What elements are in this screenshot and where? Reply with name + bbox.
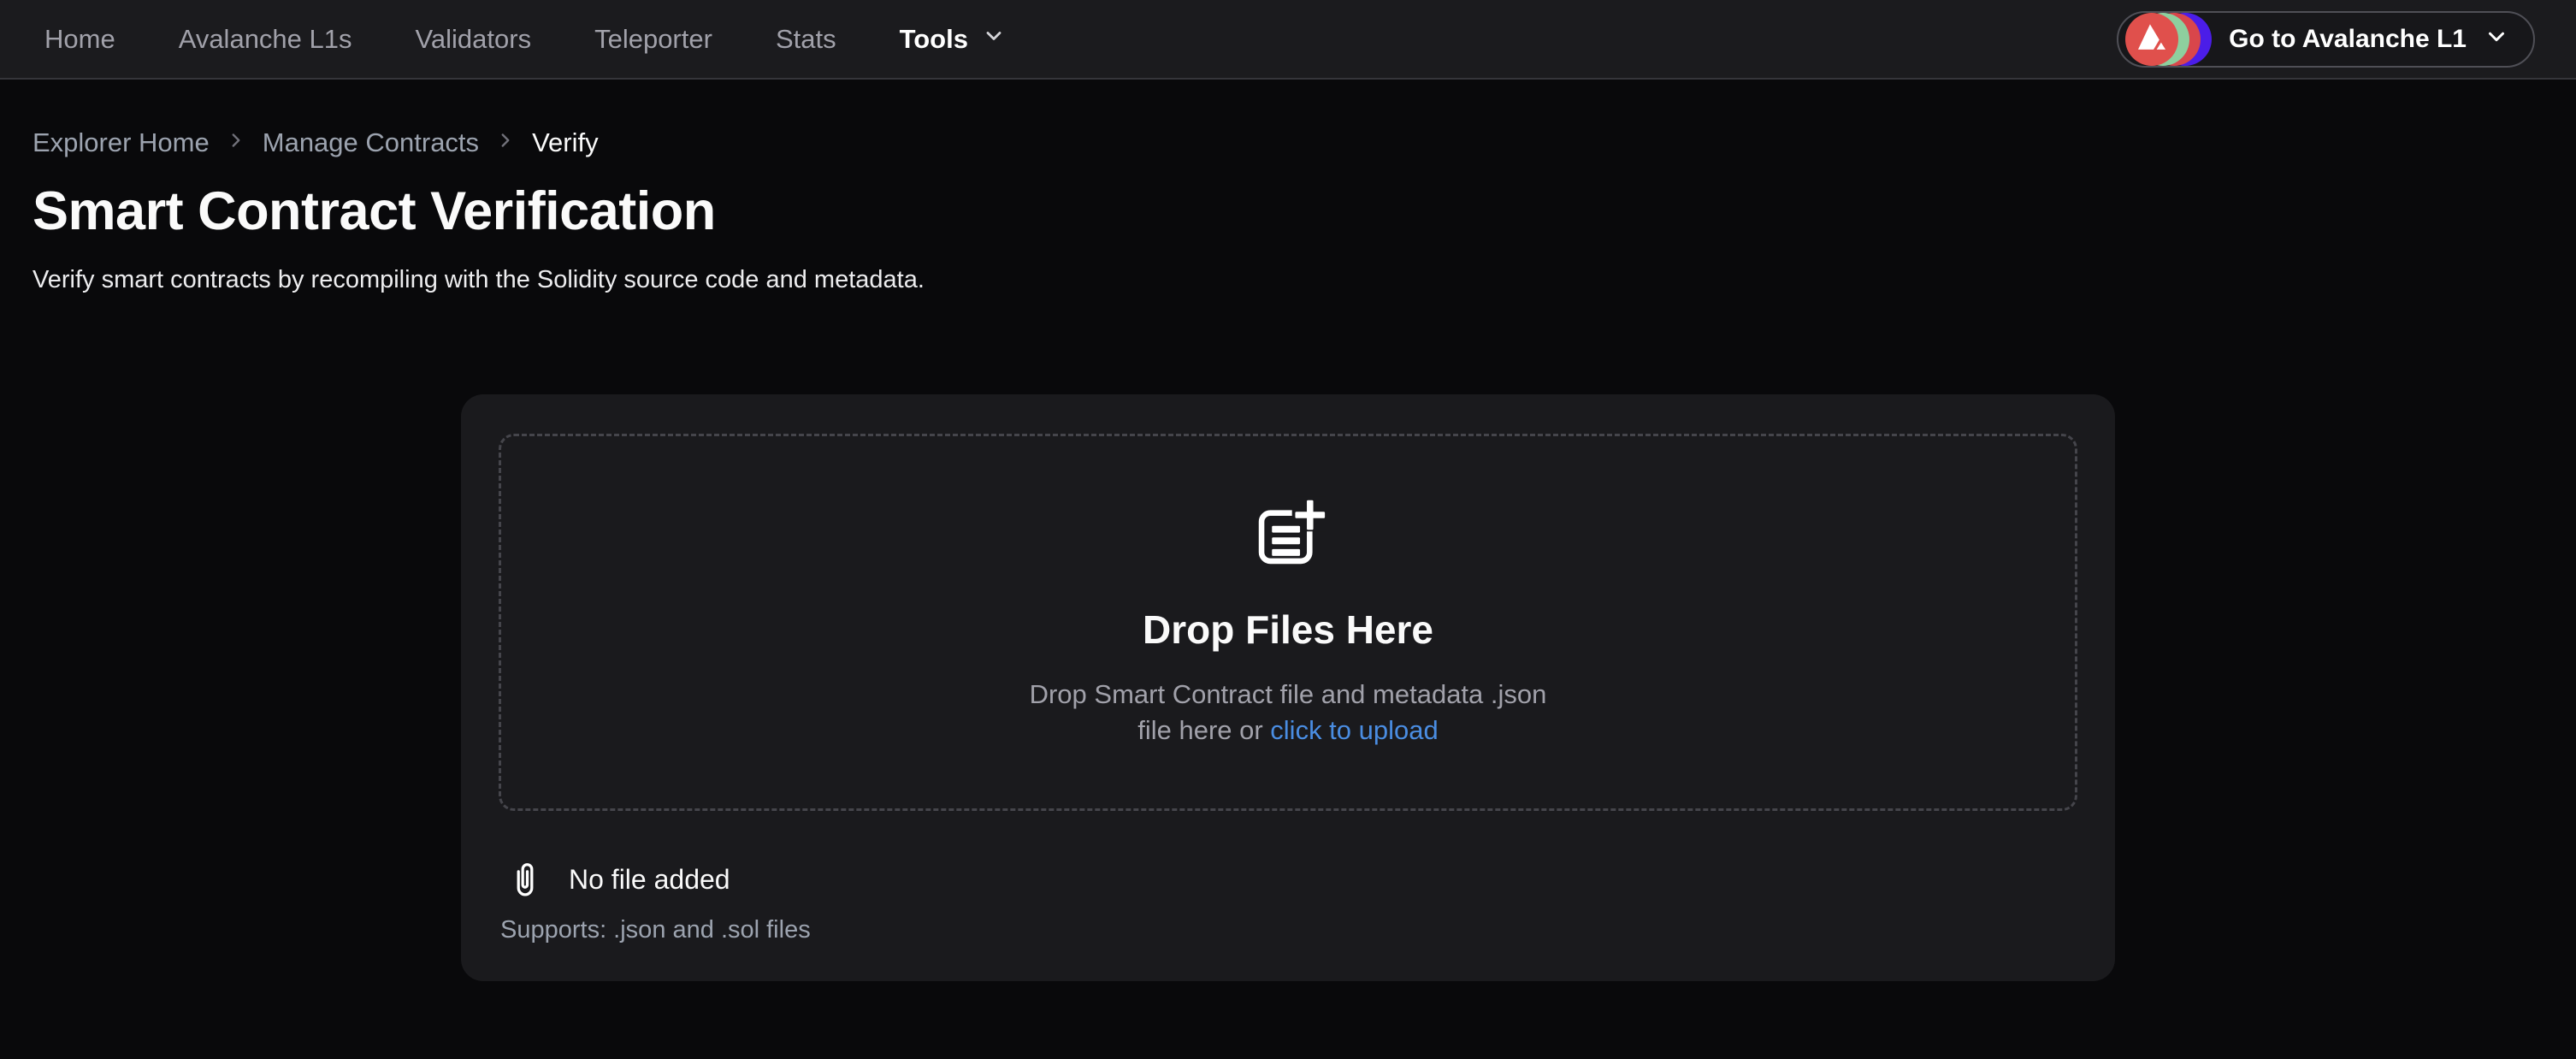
nav-tools-label: Tools [900,24,968,55]
file-status-text: No file added [569,864,730,896]
breadcrumb: Explorer Home Manage Contracts Verify [32,127,2544,158]
dropzone-instructions: Drop Smart Contract file and metadata .j… [1030,677,1547,748]
supported-filetypes-text: Supports: .json and .sol files [499,916,2077,944]
chevron-down-icon [2484,24,2509,54]
top-nav: Home Avalanche L1s Validators Teleporter… [0,0,2576,80]
page-subtitle: Verify smart contracts by recompiling wi… [32,266,2544,294]
chevron-down-icon [982,24,1006,55]
nav-item-avalanche-l1s[interactable]: Avalanche L1s [179,24,352,55]
file-status-row: No file added [499,857,2077,902]
avalanche-logo-icon [2125,13,2178,66]
dropzone-heading: Drop Files Here [1143,606,1433,653]
paperclip-icon [511,857,540,902]
nav-item-home[interactable]: Home [44,24,115,55]
main-content: Explorer Home Manage Contracts Verify Sm… [0,127,2576,294]
nav-item-tools[interactable]: Tools [900,24,1006,55]
nav-item-validators[interactable]: Validators [416,24,532,55]
chevron-right-icon [225,127,247,158]
chain-avatar-stack [2125,13,2212,66]
nav-item-stats[interactable]: Stats [776,24,836,55]
file-dropzone[interactable]: Drop Files Here Drop Smart Contract file… [499,434,2077,811]
go-button-label: Go to Avalanche L1 [2229,25,2467,54]
nav-links: Home Avalanche L1s Validators Teleporter… [44,24,1006,55]
dropzone-line1: Drop Smart Contract file and metadata .j… [1030,677,1547,713]
chevron-right-icon [494,127,517,158]
verification-card: Drop Files Here Drop Smart Contract file… [461,394,2115,981]
dropzone-line2-prefix: file here or [1137,715,1270,745]
breadcrumb-manage-contracts[interactable]: Manage Contracts [263,127,479,158]
dropzone-line2: file here or click to upload [1030,713,1547,748]
go-to-avalanche-l1-button[interactable]: Go to Avalanche L1 [2117,11,2535,68]
click-to-upload-link[interactable]: click to upload [1270,715,1438,745]
file-plus-icon [1250,496,1326,577]
breadcrumb-verify: Verify [532,127,599,158]
smart-contract-verification-page: { "nav": { "items": ["Home", "Avalanche … [0,0,2576,1059]
breadcrumb-explorer-home[interactable]: Explorer Home [32,127,210,158]
nav-item-teleporter[interactable]: Teleporter [594,24,712,55]
page-title: Smart Contract Verification [32,180,2544,242]
